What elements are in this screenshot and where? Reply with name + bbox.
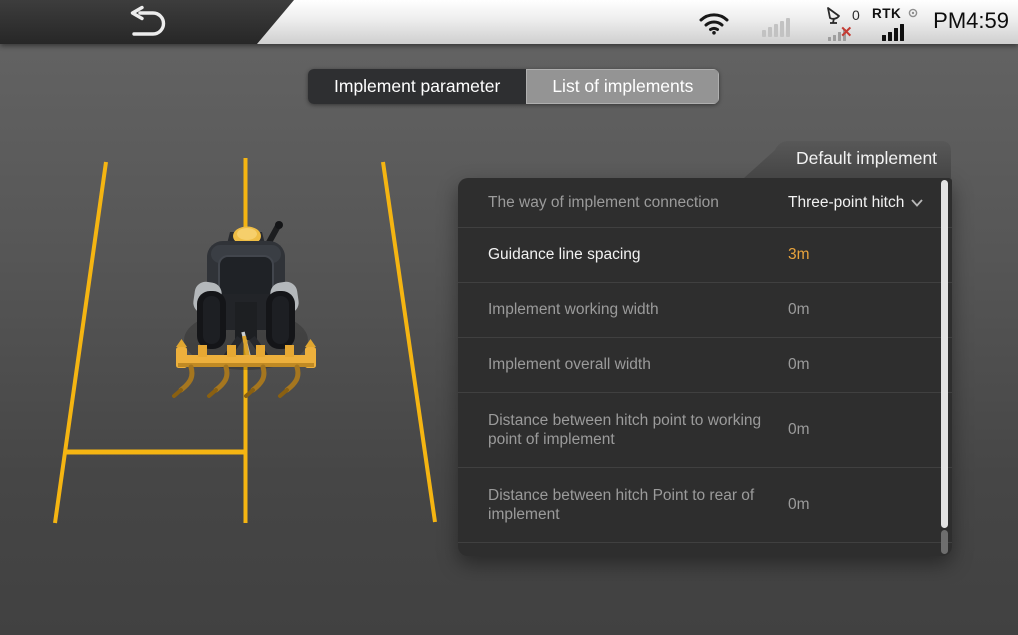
tab-implement-parameter[interactable]: Implement parameter — [308, 69, 526, 104]
satellite-count: 0 — [852, 7, 860, 23]
row-value: 0m — [788, 301, 810, 319]
connection-dropdown[interactable]: Three-point hitch — [788, 194, 923, 212]
row-label: Implement overall width — [488, 355, 788, 374]
dropdown-value: Three-point hitch — [788, 194, 904, 212]
row-value: 3m — [788, 246, 810, 264]
clock: PM4:59 — [933, 8, 1009, 34]
row-hitch-to-rear: Distance between hitch Point to rear of … — [458, 467, 952, 542]
default-implement-label: Default implement — [796, 148, 937, 169]
row-label: Distance between hitch Point to rear of … — [488, 486, 788, 525]
back-button[interactable] — [116, 5, 176, 40]
status-bar: 0 ✕ RTK PM4:59 — [0, 0, 1018, 44]
cellular-signal-icon — [762, 16, 790, 37]
tractor-illustration — [174, 221, 316, 396]
scrollbar-thumb[interactable] — [941, 180, 948, 528]
row-label: Implement working width — [488, 300, 788, 319]
default-implement-tab[interactable]: Default implement — [744, 141, 952, 178]
satellite-no-signal-icon: ✕ — [840, 23, 853, 41]
back-icon — [116, 5, 176, 40]
row-value: 0m — [788, 356, 810, 374]
row-implement-overall-width: Implement overall width 0m — [458, 337, 952, 392]
tab-list-of-implements[interactable]: List of implements — [526, 69, 719, 104]
rtk-signal-bars — [882, 24, 904, 41]
wifi-icon — [698, 11, 730, 35]
rtk-fix-icon — [908, 8, 918, 18]
row-label: The way of implement connection — [488, 193, 788, 212]
tab-bar: Implement parameter List of implements — [308, 69, 719, 104]
row-implement-working-width: Implement working width 0m — [458, 282, 952, 337]
rtk-label: RTK — [872, 6, 901, 21]
row-value: 0m — [788, 496, 810, 514]
row-partial — [458, 542, 952, 555]
row-implement-connection[interactable]: The way of implement connection Three-po… — [458, 178, 952, 227]
row-label: Distance between hitch point to working … — [488, 411, 788, 450]
implement-parameter-panel: The way of implement connection Three-po… — [458, 178, 952, 556]
scrollbar-track — [941, 530, 948, 554]
row-label: Guidance line spacing — [488, 245, 788, 264]
panel-scrollbar[interactable] — [941, 180, 948, 554]
row-hitch-to-working-point: Distance between hitch point to working … — [458, 392, 952, 467]
guidance-scene — [0, 44, 460, 635]
rtk-status: RTK — [872, 6, 924, 42]
chevron-down-icon — [911, 199, 923, 207]
satellite-status: 0 ✕ — [824, 5, 876, 41]
satellite-dish-icon — [824, 5, 846, 25]
row-value: 0m — [788, 421, 810, 439]
row-guidance-line-spacing[interactable]: Guidance line spacing 3m — [458, 227, 952, 282]
